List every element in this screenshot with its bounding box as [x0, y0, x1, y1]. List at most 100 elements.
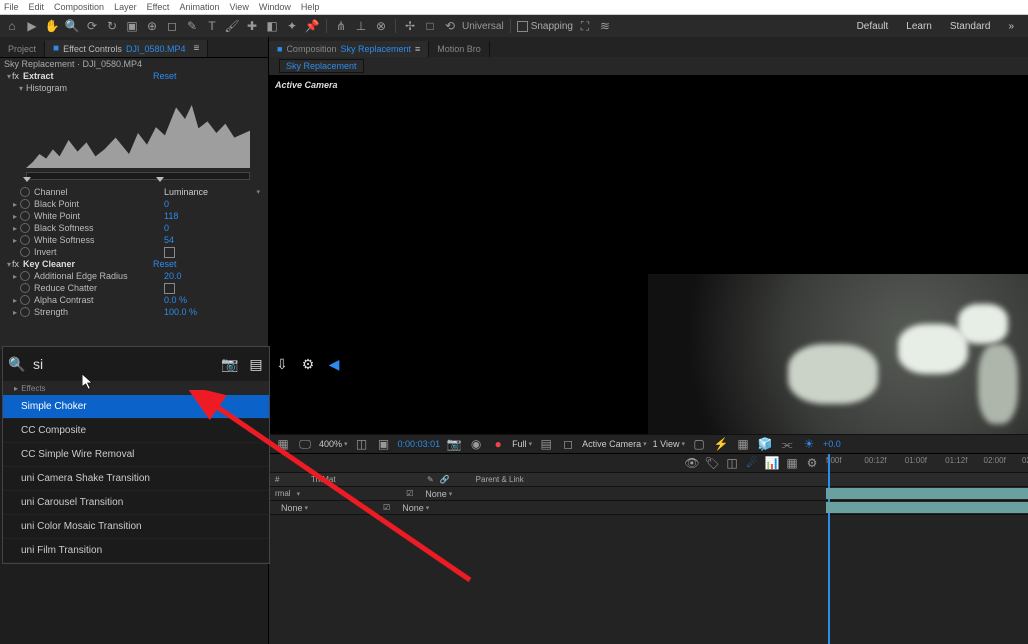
animate-toggle-icon[interactable] — [20, 283, 30, 293]
checkbox[interactable] — [164, 247, 175, 258]
main-menubar[interactable]: File Edit Composition Layer Effect Anima… — [0, 0, 1028, 15]
menu-item[interactable]: Help — [301, 2, 320, 12]
region-icon[interactable]: ◻ — [560, 436, 576, 452]
workspace-option[interactable]: Learn — [906, 21, 932, 32]
effect-name[interactable]: Extract — [21, 71, 153, 81]
reset-link[interactable]: Reset — [153, 259, 177, 269]
mask-icon[interactable]: ▦ — [735, 436, 751, 452]
shy-icon[interactable]: 👁 — [684, 455, 700, 471]
views-select[interactable]: 1 View▾ — [653, 439, 685, 449]
effects-search-input[interactable] — [31, 355, 216, 373]
parent-dropdown[interactable]: None▾ — [419, 488, 458, 500]
snapshot-icon[interactable]: 📷 — [446, 436, 462, 452]
extra-icon[interactable]: ≋ — [597, 18, 613, 34]
zoom-tool-icon[interactable]: 🔍 — [64, 18, 80, 34]
local-axis-icon[interactable]: ⊥ — [353, 18, 369, 34]
workspace-option[interactable]: Standard — [950, 21, 991, 32]
twirl-icon[interactable]: ▸ — [12, 272, 18, 281]
menu-item[interactable]: View — [229, 2, 248, 12]
menu-item[interactable]: Layer — [114, 2, 137, 12]
channels-icon[interactable]: ◉ — [468, 436, 484, 452]
share-icon[interactable]: ⫘ — [779, 436, 795, 452]
text-tool-icon[interactable]: T — [204, 18, 220, 34]
exposure-value[interactable]: +0.0 — [823, 439, 841, 449]
histogram-range-slider[interactable] — [26, 172, 250, 180]
search-result-item[interactable]: Simple Choker — [3, 395, 269, 419]
property-value[interactable]: 0 — [164, 223, 169, 233]
menu-item[interactable]: Composition — [54, 2, 104, 12]
effect-name[interactable]: Key Cleaner — [21, 259, 153, 269]
animate-toggle-icon[interactable] — [20, 247, 30, 257]
timeline-layer-row[interactable]: rmal▾ ☑ None▾ — [269, 487, 1028, 501]
zoom-select[interactable]: 400%▾ — [319, 439, 348, 449]
camera-icon[interactable]: 📷 — [222, 356, 238, 372]
panel-icon[interactable]: ▤ — [248, 356, 264, 372]
share-icon[interactable]: ◀ — [326, 356, 342, 372]
resolution-icon[interactable]: ◫ — [354, 436, 370, 452]
twirl-icon[interactable]: ▸ — [12, 200, 18, 209]
fast-preview-icon[interactable]: ⚡ — [713, 436, 729, 452]
fx-badge-icon[interactable]: fx — [12, 259, 19, 269]
breadcrumb-chip[interactable]: Sky Replacement — [279, 59, 364, 73]
puppet-tool-icon[interactable]: 📌 — [304, 18, 320, 34]
property-value[interactable]: 54 — [164, 235, 174, 245]
timecode-icon[interactable]: ▣ — [376, 436, 392, 452]
comp-viewer[interactable]: Active Camera — [269, 75, 1028, 434]
parent-header-icon[interactable]: 🔗 — [440, 475, 450, 484]
project-tab[interactable]: Project — [0, 41, 45, 57]
animate-toggle-icon[interactable] — [20, 235, 30, 245]
rect-icon[interactable]: □ — [422, 18, 438, 34]
brain-icon[interactable]: ⚙ — [804, 455, 820, 471]
layer-clip[interactable] — [826, 488, 1028, 499]
search-result-item[interactable]: CC Composite — [3, 419, 269, 443]
search-icon[interactable]: 🔍 — [9, 356, 25, 372]
roto-tool-icon[interactable]: ✦ — [284, 18, 300, 34]
gear-icon[interactable]: ⚙ — [300, 356, 316, 372]
snap-menu-icon[interactable]: ⛶ — [577, 18, 593, 34]
hand-tool-icon[interactable]: ✋ — [44, 18, 60, 34]
property-value[interactable]: 20.0 — [164, 271, 182, 281]
parent-dropdown[interactable]: None▾ — [396, 502, 435, 514]
menu-item[interactable]: Animation — [179, 2, 219, 12]
pen-tool-icon[interactable]: ✎ — [184, 18, 200, 34]
move-icon[interactable]: ✢ — [402, 18, 418, 34]
grid-icon[interactable]: ▦ — [275, 436, 291, 452]
composition-tab[interactable]: ■ Composition Sky Replacement ≡ — [269, 41, 429, 57]
brush-tool-icon[interactable]: 🖌 — [224, 18, 240, 34]
tag-icon[interactable]: 🏷 — [704, 455, 720, 471]
fx-badge-icon[interactable]: fx — [12, 71, 19, 81]
frame-blend-icon[interactable]: ◫ — [724, 455, 740, 471]
transparency-icon[interactable]: ▤ — [538, 436, 554, 452]
layer-clip[interactable] — [826, 502, 1028, 513]
chevron-down-icon[interactable]: ▾ — [256, 188, 260, 196]
workspace-chevron-icon[interactable]: » — [1008, 21, 1014, 32]
animate-toggle-icon[interactable] — [20, 271, 30, 281]
menu-item[interactable]: Effect — [147, 2, 170, 12]
camera-select[interactable]: Active Camera▾ — [582, 439, 647, 449]
menu-item[interactable]: Window — [259, 2, 291, 12]
search-result-item[interactable]: uni Film Transition — [3, 539, 269, 563]
color-icon[interactable]: ● — [490, 436, 506, 452]
monitor-icon[interactable]: 🖵 — [297, 436, 313, 452]
animate-toggle-icon[interactable] — [20, 223, 30, 233]
cycle-icon[interactable]: ⟲ — [442, 18, 458, 34]
3d-icon[interactable]: 🧊 — [757, 436, 773, 452]
property-value[interactable]: 0 — [164, 199, 169, 209]
twirl-icon[interactable]: ▸ — [12, 296, 18, 305]
property-value[interactable]: 100.0 % — [164, 307, 197, 317]
graph-icon[interactable]: 📊 — [764, 455, 780, 471]
pan-behind-tool-icon[interactable]: ⊕ — [144, 18, 160, 34]
dopesheet-icon[interactable]: ▦ — [784, 455, 800, 471]
trkmat-dropdown[interactable]: None▾ — [275, 502, 314, 514]
twirl-icon[interactable]: ▸ — [12, 236, 18, 245]
menu-item[interactable]: File — [4, 2, 19, 12]
reset-link[interactable]: Reset — [153, 71, 177, 81]
animate-toggle-icon[interactable] — [20, 211, 30, 221]
orbit-tool-icon[interactable]: ⟳ — [84, 18, 100, 34]
effect-controls-tab[interactable]: ■ Effect Controls DJI_0580.MP4 ≡ — [45, 40, 208, 57]
animate-toggle-icon[interactable] — [20, 295, 30, 305]
motion-bro-tab[interactable]: Motion Bro — [429, 41, 490, 57]
property-value[interactable]: 118 — [164, 211, 178, 221]
search-result-item[interactable]: uni Carousel Transition — [3, 491, 269, 515]
pixel-aspect-icon[interactable]: ▢ — [691, 436, 707, 452]
